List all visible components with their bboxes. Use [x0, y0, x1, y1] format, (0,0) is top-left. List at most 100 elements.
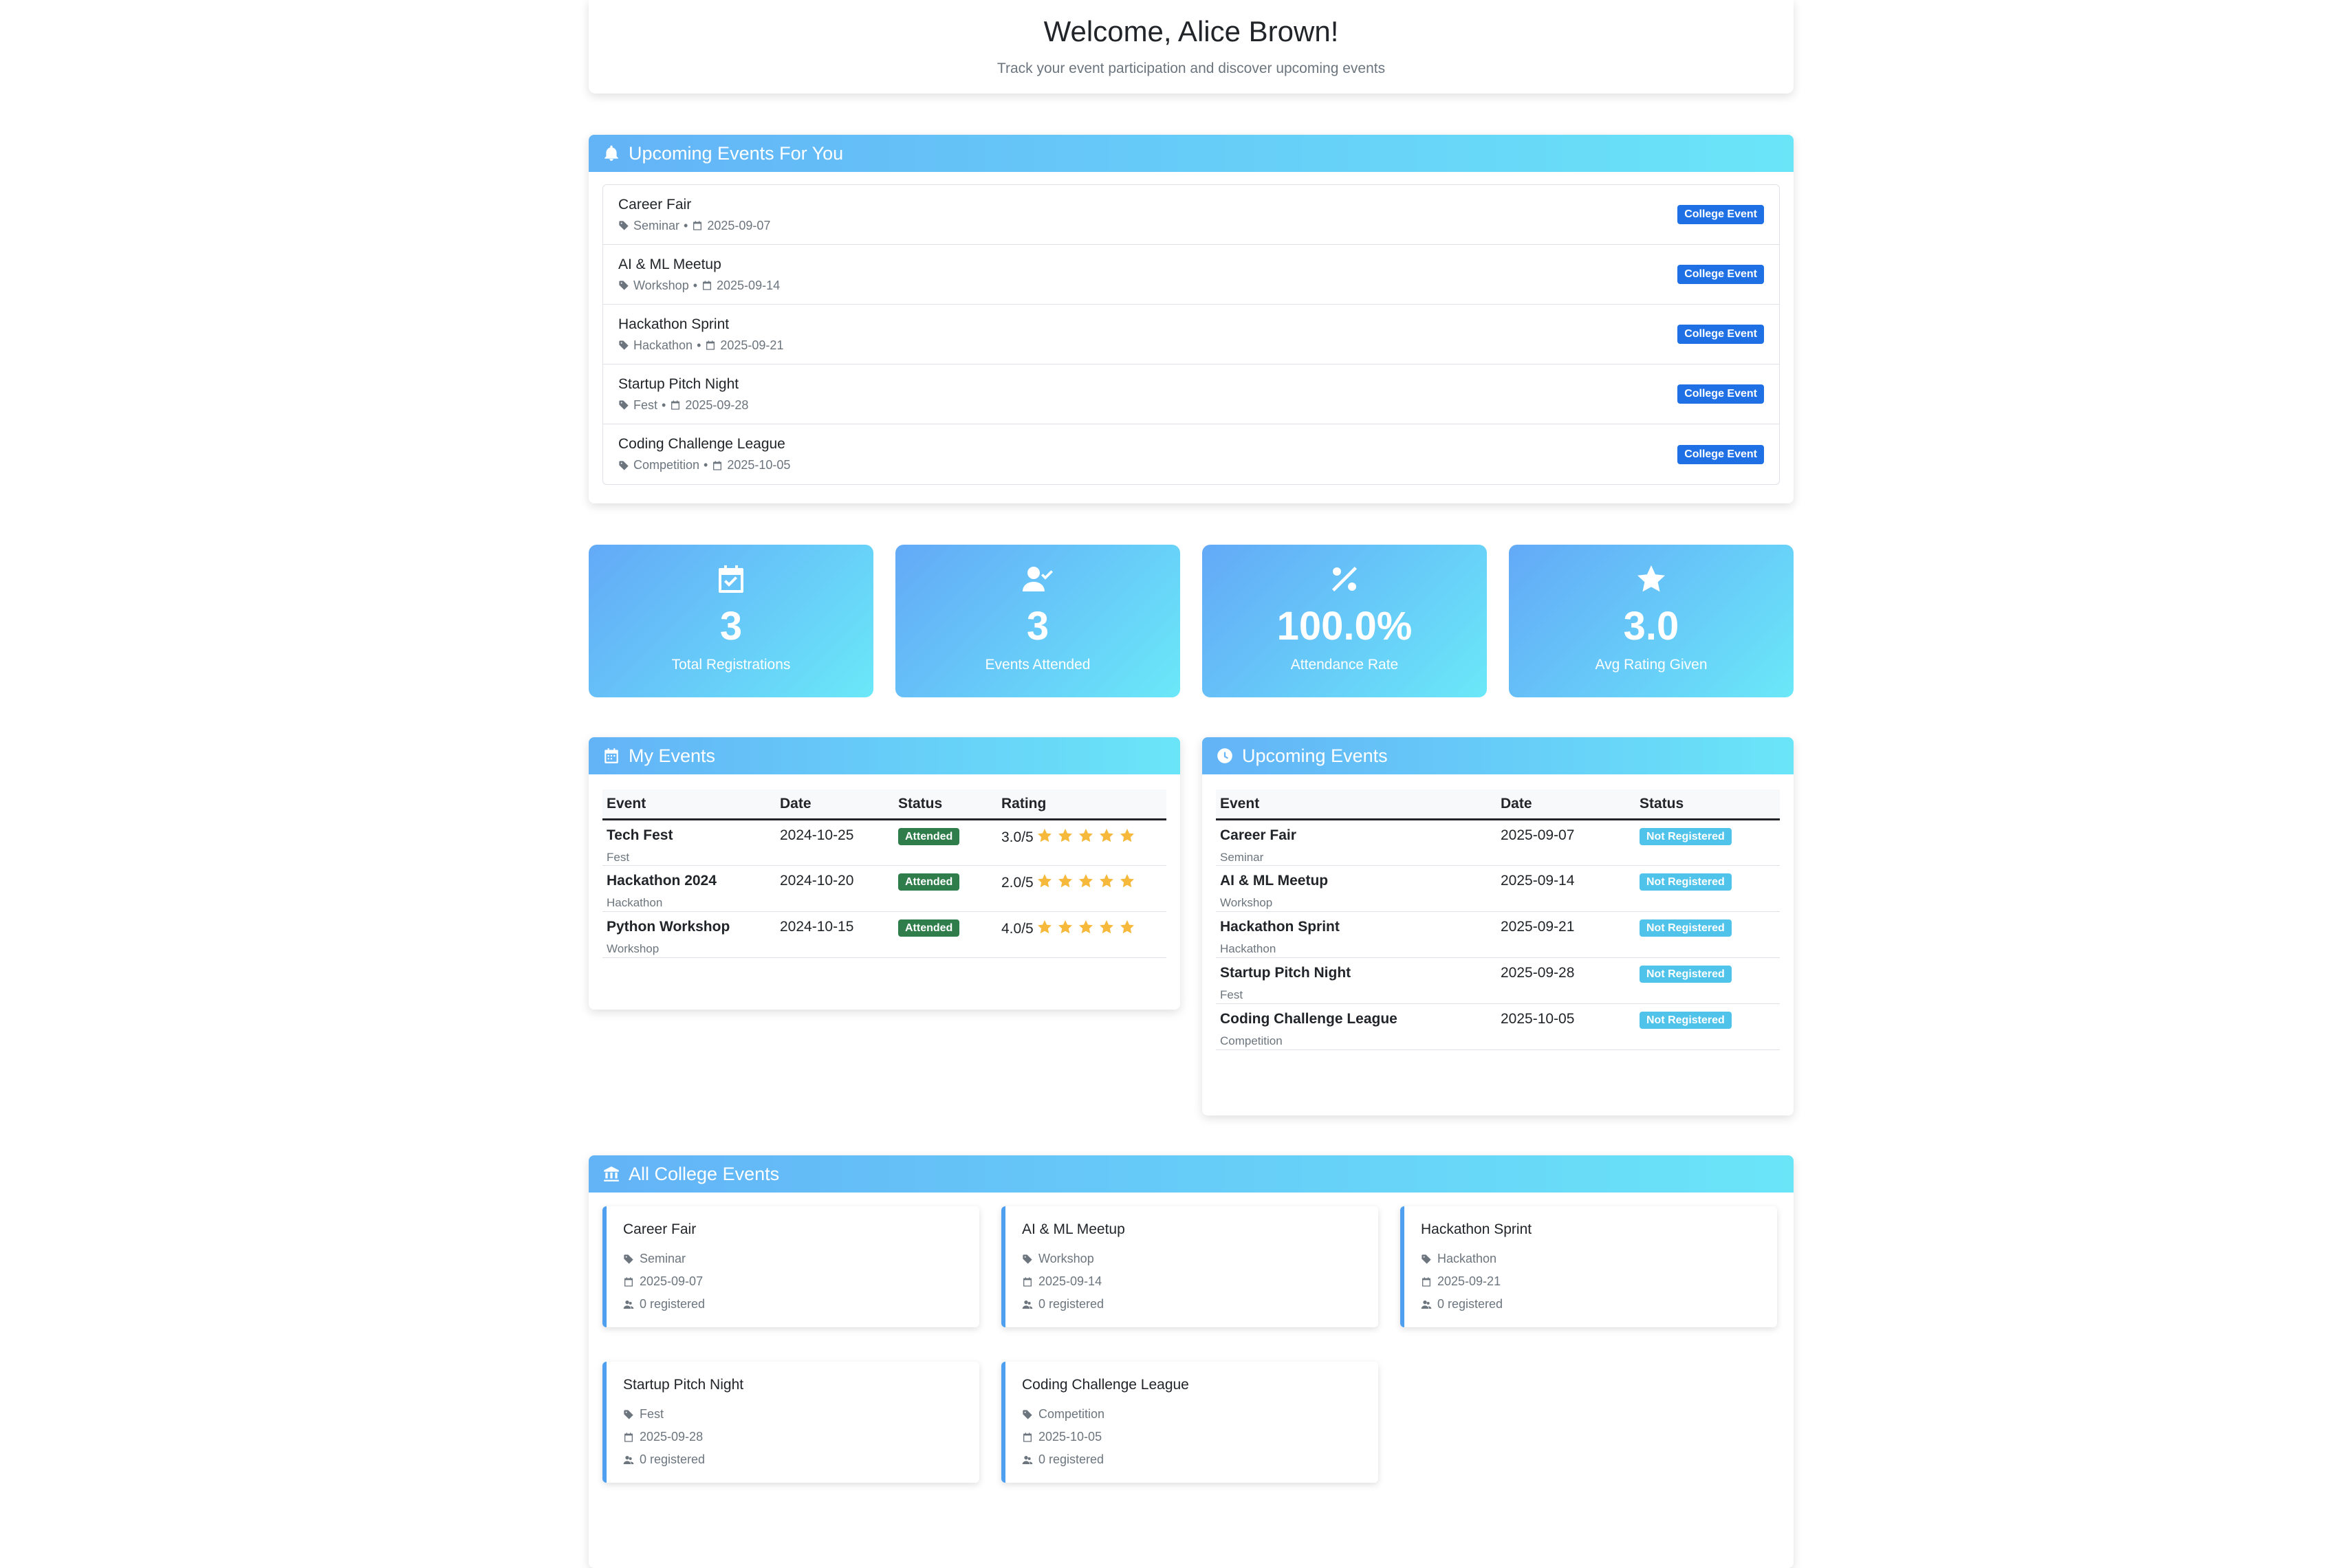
event-registered-row: 0 registered — [1022, 1293, 1362, 1316]
event-card[interactable]: Hackathon Sprint Hackathon 2025-09-21 0 reg… — [1400, 1206, 1777, 1327]
calendar-icon — [1023, 1432, 1032, 1442]
event-category-row: Competition — [1022, 1403, 1362, 1426]
star-icon — [1058, 920, 1072, 934]
event-date-row: 2025-09-21 — [1421, 1270, 1761, 1293]
event-category: Fest — [607, 851, 630, 864]
status-badge: Attended — [898, 873, 960, 891]
event-name: Career Fair — [1220, 827, 1296, 843]
event-registered-row: 0 registered — [1022, 1448, 1362, 1471]
event-date: 2025-09-14 — [717, 278, 781, 292]
stat-card: 3 Events Attended — [895, 545, 1180, 697]
college-event-badge: College Event — [1677, 265, 1764, 284]
col-date: Date — [1496, 790, 1635, 820]
event-category: Hackathon — [1220, 942, 1276, 955]
event-date: 2025-09-28 — [640, 1430, 704, 1444]
star-icon — [1099, 874, 1113, 888]
my-events-card: My Events Event Date Status Rating Tech … — [589, 737, 1180, 1010]
percent-icon — [1332, 567, 1357, 591]
calendar-icon — [706, 340, 715, 350]
separator: • — [697, 338, 701, 352]
list-item[interactable]: Hackathon Sprint Hackathon • 2025-09-21 Coll… — [603, 305, 1779, 364]
tag-icon — [1023, 1254, 1032, 1264]
users-icon — [1022, 1455, 1033, 1464]
registered-count: 0 registered — [1437, 1297, 1503, 1311]
event-category: Seminar — [640, 1252, 686, 1265]
event-category: Fest — [1220, 988, 1243, 1001]
event-meta: Competition • 2025-10-05 — [618, 458, 790, 472]
college-event-badge: College Event — [1677, 444, 1764, 464]
event-date: 2025-09-07 — [1496, 819, 1635, 866]
event-name: Hackathon 2024 — [607, 873, 717, 889]
college-event-badge: College Event — [1677, 325, 1764, 344]
star-icon — [1120, 829, 1134, 842]
registered-count: 0 registered — [1038, 1452, 1104, 1466]
star-icon — [1637, 565, 1665, 592]
event-name: Hackathon Sprint — [1421, 1221, 1532, 1237]
card-header: My Events — [589, 737, 1180, 774]
star-icon — [1037, 874, 1052, 888]
stat-label: Attendance Rate — [1290, 657, 1399, 673]
college-event-badge: College Event — [1677, 205, 1764, 224]
status-badge: Attended — [898, 828, 960, 845]
star-icon — [1058, 829, 1072, 842]
tag-icon — [1422, 1254, 1431, 1264]
event-date-row: 2025-09-07 — [623, 1270, 963, 1293]
col-event: Event — [602, 790, 776, 820]
star-icon — [1099, 920, 1113, 934]
page-title: Welcome, Alice Brown! — [1043, 15, 1339, 47]
event-date: 2025-09-07 — [707, 218, 771, 232]
event-category: Seminar — [1220, 851, 1264, 864]
event-date: 2025-09-28 — [685, 398, 749, 412]
card-header: Upcoming Events — [1202, 737, 1794, 774]
upcoming-events-card: Upcoming Events Event Date Status Career… — [1202, 737, 1794, 1115]
event-card[interactable]: Career Fair Seminar 2025-09-07 0 registered — [602, 1206, 979, 1327]
event-name: Startup Pitch Night — [1220, 965, 1351, 981]
calendar-icon — [703, 281, 712, 290]
calendar-icon — [671, 400, 680, 410]
event-meta: Hackathon • 2025-09-21 — [618, 338, 783, 353]
status-badge: Attended — [898, 919, 960, 937]
event-date: 2025-09-07 — [640, 1274, 704, 1288]
event-registered-row: 0 registered — [623, 1448, 963, 1471]
event-card[interactable]: AI & ML Meetup Workshop 2025-09-14 0 regist… — [1001, 1206, 1378, 1327]
tag-icon — [619, 340, 629, 350]
stat-value: 3 — [1026, 604, 1049, 649]
event-date-row: 2025-09-14 — [1022, 1270, 1362, 1293]
list-item[interactable]: Career Fair Seminar • 2025-09-07 College Eve… — [603, 185, 1779, 245]
star-icon — [1120, 874, 1134, 888]
card-title: Upcoming Events — [1242, 745, 1388, 766]
rating-stars — [1036, 873, 1135, 889]
stat-label: Events Attended — [985, 657, 1091, 673]
table-row: Hackathon 2024 Hackathon 2024-10-20 Attende… — [602, 865, 1166, 912]
event-name: AI & ML Meetup — [1022, 1221, 1125, 1237]
list-item[interactable]: Startup Pitch Night Fest • 2025-09-28 Colleg… — [603, 364, 1779, 424]
event-date: 2025-09-14 — [1496, 865, 1635, 912]
event-date: 2025-10-05 — [1038, 1430, 1102, 1444]
card-header: Upcoming Events For You — [589, 135, 1794, 172]
event-card[interactable]: Coding Challenge League Competition 2025-1… — [1001, 1362, 1378, 1483]
tag-icon — [1023, 1409, 1032, 1419]
separator: • — [684, 218, 688, 232]
event-category: Fest — [633, 398, 658, 412]
stat-value: 100.0% — [1276, 604, 1413, 649]
dashboard: Welcome, Alice Brown! Track your event p… — [589, 0, 1794, 1568]
star-icon — [1120, 920, 1134, 934]
table-row: AI & ML Meetup Workshop 2025-09-14 Not Regi… — [1216, 865, 1780, 912]
tag-icon — [624, 1409, 633, 1419]
col-date: Date — [776, 790, 894, 820]
event-card[interactable]: Startup Pitch Night Fest 2025-09-28 0 regis… — [602, 1362, 979, 1483]
event-date: 2025-09-21 — [1496, 911, 1635, 958]
list-item[interactable]: Coding Challenge League Competition • 2025-… — [603, 424, 1779, 484]
event-name: Coding Challenge League — [1220, 1011, 1397, 1027]
tag-icon — [619, 460, 629, 470]
table-row: Hackathon Sprint Hackathon 2025-09-21 Not R… — [1216, 911, 1780, 958]
status-badge: Not Registered — [1640, 919, 1732, 937]
event-date: 2025-09-21 — [720, 338, 784, 352]
event-name: Python Workshop — [607, 919, 730, 935]
tag-icon — [624, 1254, 633, 1264]
stat-card: 3 Total Registrations — [589, 545, 873, 697]
star-icon — [1078, 829, 1093, 842]
rating-stars — [1036, 827, 1135, 844]
event-category-row: Fest — [623, 1403, 963, 1426]
list-item[interactable]: AI & ML Meetup Workshop • 2025-09-14 College… — [603, 245, 1779, 305]
